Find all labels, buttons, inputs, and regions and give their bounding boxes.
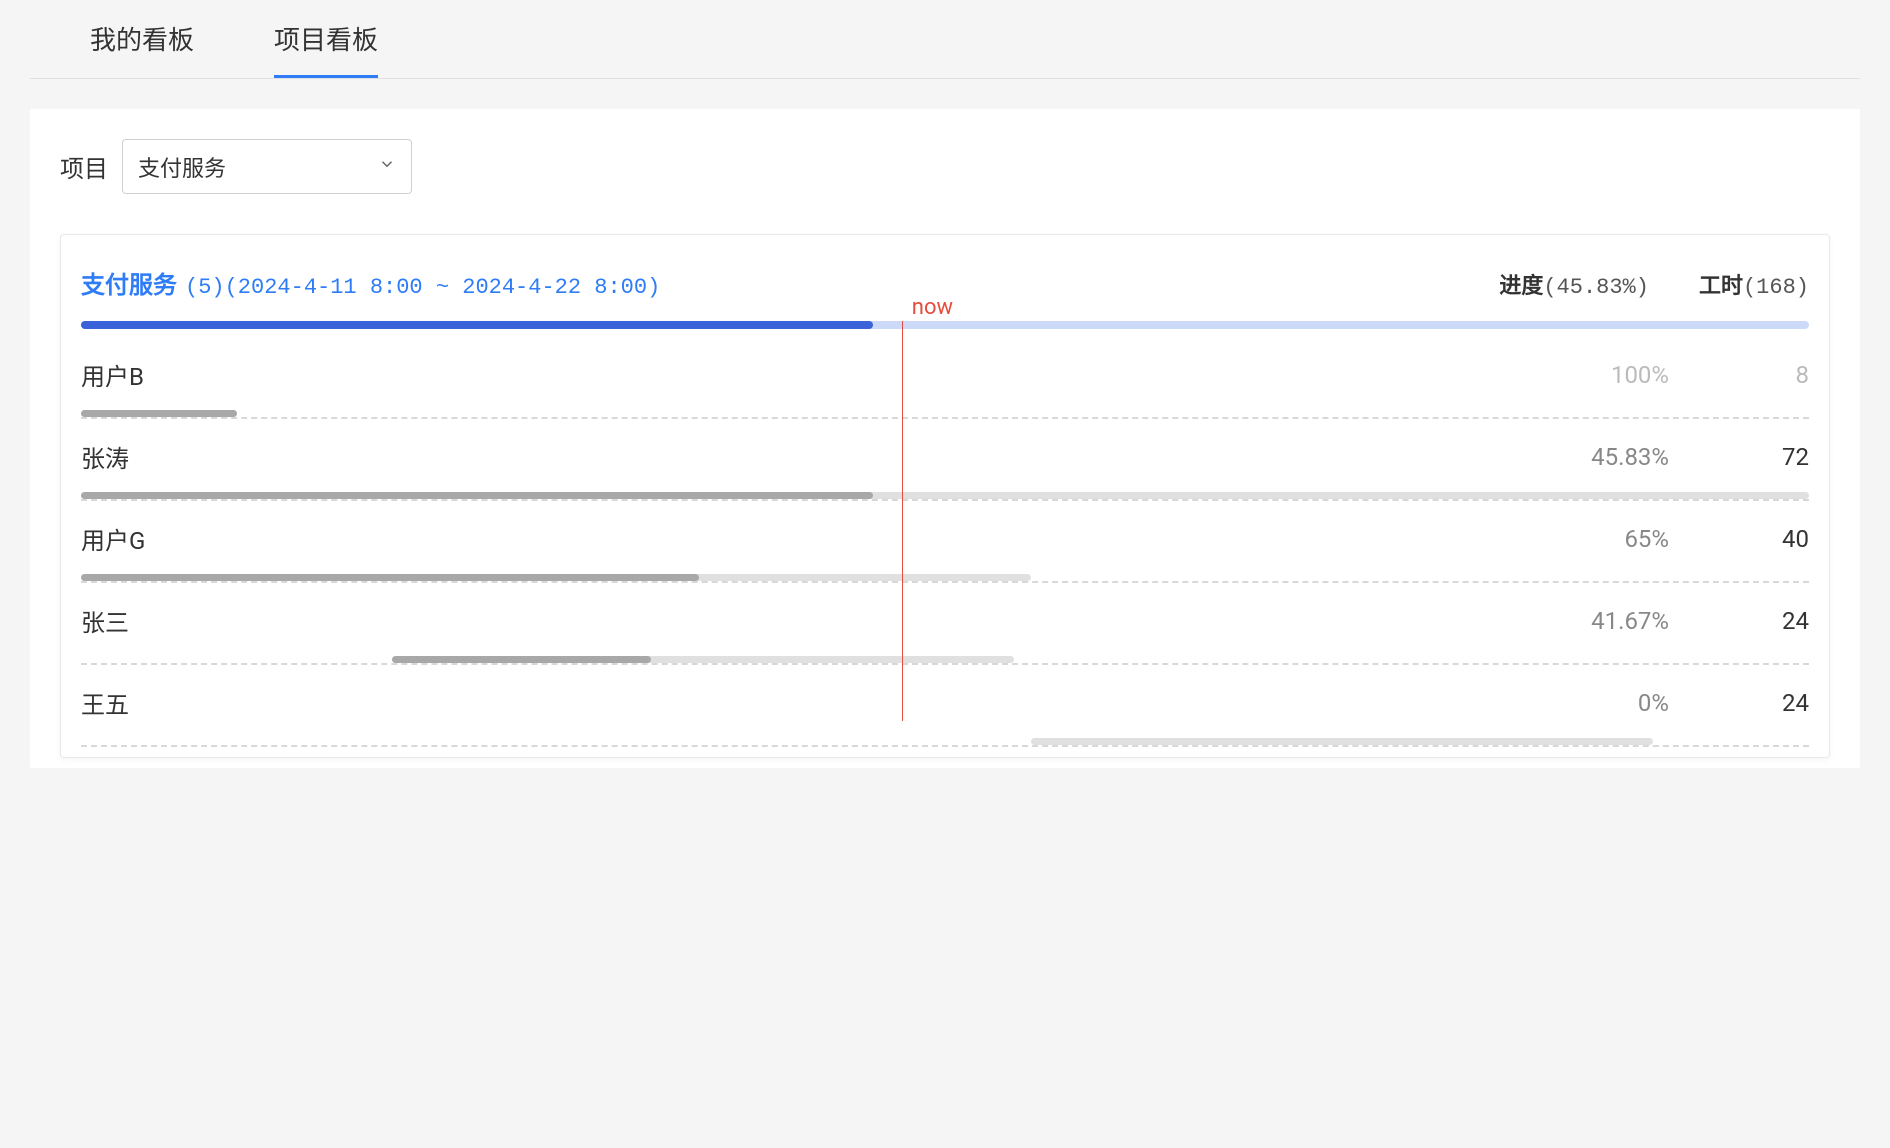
row-right: 41.67% 24 [1549,607,1809,635]
card-title-group: 支付服务 (5)(2024-4-11 8:00 ~ 2024-4-22 8:00… [81,265,660,301]
hours-label: 工时 [1699,275,1743,300]
project-select-value: 支付服务 [138,151,226,183]
row-right: 0% 24 [1549,689,1809,717]
project-select-label: 项目 [60,149,108,184]
row-hours: 24 [1749,607,1809,635]
row-progress: 41.67% [1549,607,1669,635]
table-row: 用户G 65% 40 [81,501,1809,583]
row-progress: 0% [1549,689,1669,717]
table-row: 王五 0% 24 [81,665,1809,747]
row-progress: 65% [1549,525,1669,553]
tabs: 我的看板 项目看板 [30,0,1860,79]
row-top: 张涛 45.83% 72 [81,439,1809,492]
rows-container: 用户B 100% 8 张涛 45.83% 72 用户G [81,337,1809,747]
row-hours: 24 [1749,689,1809,717]
now-label: now [912,295,953,320]
row-name: 张涛 [81,439,129,474]
row-bar [81,410,237,417]
row-bar [81,574,1031,581]
row-right: 100% 8 [1549,361,1809,389]
tab-project-board[interactable]: 项目看板 [274,0,378,78]
row-bar-track [81,574,1809,581]
row-bar-fill [392,656,651,663]
row-bar-track [81,410,1809,417]
progress-value: (45.83%) [1543,275,1649,300]
row-top: 用户G 65% 40 [81,521,1809,574]
tab-my-board[interactable]: 我的看板 [90,0,194,78]
row-name: 张三 [81,603,129,638]
progress-label: 进度 [1499,275,1543,300]
row-bar [1031,738,1653,745]
project-card: 支付服务 (5)(2024-4-11 8:00 ~ 2024-4-22 8:00… [60,234,1830,758]
row-progress: 100% [1549,361,1669,389]
row-name: 用户G [81,521,145,556]
row-bar-fill [81,574,699,581]
hours-value: (168) [1743,275,1809,300]
chevron-down-icon [378,154,396,179]
row-hours: 8 [1749,361,1809,389]
overall-progress-bar [81,321,1809,329]
row-hours: 72 [1749,443,1809,471]
row-bar-fill [81,492,873,499]
overall-progress-fill [81,321,873,329]
timeline: now 用户B 100% 8 张涛 45.83% [81,321,1809,747]
now-line [902,321,904,721]
card-metrics: 进度(45.83%) 工时(168) [1499,268,1809,300]
card-title[interactable]: 支付服务 [81,265,177,301]
row-bar [81,492,1809,499]
table-row: 用户B 100% 8 [81,337,1809,419]
card-subtitle: (5)(2024-4-11 8:00 ~ 2024-4-22 8:00) [185,275,660,300]
row-bar-fill [81,410,237,417]
panel: 项目 支付服务 支付服务 (5)(2024-4-11 8:00 ~ 2024-4… [30,109,1860,768]
row-bar-track [81,738,1809,745]
row-name: 王五 [81,685,129,720]
row-right: 65% 40 [1549,525,1809,553]
row-top: 王五 0% 24 [81,685,1809,738]
row-hours: 40 [1749,525,1809,553]
row-right: 45.83% 72 [1549,443,1809,471]
row-bar-track [81,656,1809,663]
table-row: 张涛 45.83% 72 [81,419,1809,501]
table-row: 张三 41.67% 24 [81,583,1809,665]
project-select-row: 项目 支付服务 [60,139,1830,194]
progress-metric: 进度(45.83%) [1499,268,1649,300]
row-top: 用户B 100% 8 [81,357,1809,410]
row-bar-track [81,492,1809,499]
project-select[interactable]: 支付服务 [122,139,412,194]
row-top: 张三 41.67% 24 [81,603,1809,656]
hours-metric: 工时(168) [1699,268,1809,300]
row-name: 用户B [81,357,144,392]
row-progress: 45.83% [1549,443,1669,471]
row-bar [392,656,1014,663]
